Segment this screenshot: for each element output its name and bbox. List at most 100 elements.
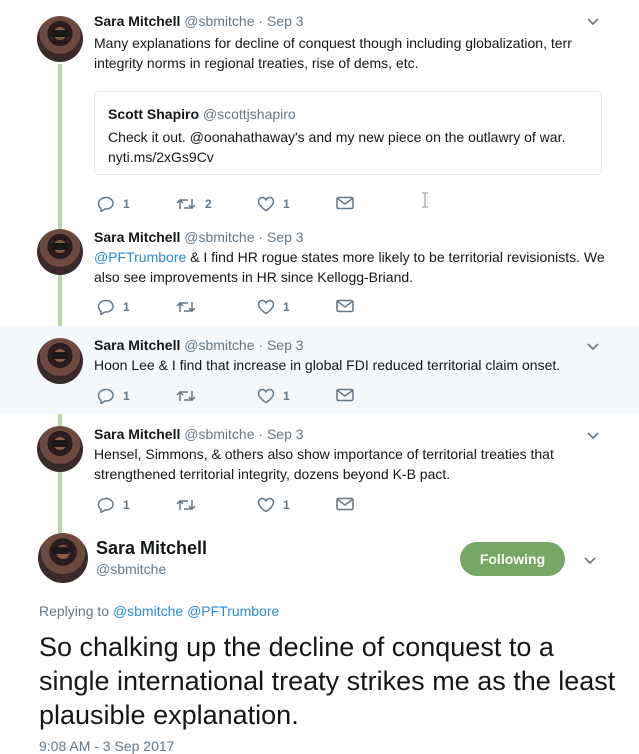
dm-icon xyxy=(336,196,354,210)
chevron-down-icon[interactable] xyxy=(587,340,599,352)
tweet-date[interactable]: Sep 3 xyxy=(267,13,304,29)
chevron-down-icon[interactable] xyxy=(587,429,599,441)
tweet-actions: 1 1 xyxy=(97,497,397,517)
like-count: 1 xyxy=(283,389,290,403)
author-handle[interactable]: @sbmitche xyxy=(184,13,254,29)
retweet-button[interactable]: 2 xyxy=(175,196,212,212)
chevron-down-icon[interactable] xyxy=(587,15,599,27)
replying-to-label: Replying to xyxy=(39,603,113,619)
tweet-text-fragment: & I find HR rogue states more likely to … xyxy=(186,249,605,265)
tweet-text-line: strengthened territorial integrity, doze… xyxy=(94,466,451,482)
author-handle[interactable]: @sbmitche xyxy=(184,337,254,353)
reply-button[interactable]: 1 xyxy=(97,196,130,212)
quoted-tweet-text: Check it out. @oonahathaway's and my new… xyxy=(108,127,588,167)
tweet-text: Hoon Lee & I find that increase in globa… xyxy=(94,355,624,375)
like-button[interactable]: 1 xyxy=(257,196,290,212)
quoted-tweet-header: Scott Shapiro @scottjshapiro xyxy=(108,106,296,122)
like-count: 1 xyxy=(283,498,290,512)
tweet-date[interactable]: Sep 3 xyxy=(267,337,304,353)
tweet-4[interactable]: Sara Mitchell @sbmitche · Sep 3 Hensel, … xyxy=(0,414,639,530)
separator: · xyxy=(258,13,264,29)
like-button[interactable]: 1 xyxy=(257,497,290,513)
tweet-date[interactable]: Sep 3 xyxy=(267,229,304,245)
like-icon xyxy=(257,497,275,513)
reply-icon xyxy=(97,497,115,513)
author-name[interactable]: Sara Mitchell xyxy=(94,13,180,29)
tweet-text-line: also see improvements in HR since Kellog… xyxy=(94,269,414,285)
retweet-icon xyxy=(175,299,197,315)
avatar[interactable] xyxy=(37,338,83,384)
dm-button[interactable] xyxy=(336,196,354,210)
reply-count: 1 xyxy=(123,389,130,403)
tweet-text-line: Hoon Lee & I find that increase in globa… xyxy=(94,357,561,373)
avatar[interactable] xyxy=(37,426,83,472)
dm-button[interactable] xyxy=(336,388,354,402)
reply-count: 1 xyxy=(123,498,130,512)
like-icon xyxy=(257,388,275,404)
quoted-author-handle: @scottjshapiro xyxy=(202,106,296,122)
quoted-tweet[interactable]: Scott Shapiro @scottjshapiro Check it ou… xyxy=(94,91,602,175)
tweet-text-line: integrity norms in regional treaties, ri… xyxy=(94,55,419,71)
author-handle[interactable]: @sbmitche xyxy=(184,229,254,245)
quoted-link[interactable]: nyti.ms/2xGs9Cv xyxy=(108,147,588,167)
tweet-header: Sara Mitchell @sbmitche · Sep 3 xyxy=(94,228,304,246)
tweet-header: Sara Mitchell @sbmitche · Sep 3 xyxy=(94,425,304,443)
replying-to: Replying to @sbmitche @PFTrumbore xyxy=(39,603,279,619)
tweet-3[interactable]: Sara Mitchell @sbmitche · Sep 3 Hoon Lee… xyxy=(0,326,639,414)
text-cursor-icon xyxy=(420,192,430,208)
author-handle[interactable]: @sbmitche xyxy=(184,426,254,442)
avatar[interactable] xyxy=(37,16,83,62)
tweet-1[interactable]: Sara Mitchell @sbmitche · Sep 3 Many exp… xyxy=(0,0,639,222)
like-button[interactable]: 1 xyxy=(257,388,290,404)
separator: · xyxy=(258,229,264,245)
tweet-text: Hensel, Simmons, & others also show impo… xyxy=(94,444,624,484)
tweet-header: Sara Mitchell @sbmitche · Sep 3 xyxy=(94,336,304,354)
like-count: 1 xyxy=(283,197,290,211)
author-name[interactable]: Sara Mitchell xyxy=(94,426,180,442)
dm-button[interactable] xyxy=(336,299,354,313)
reply-icon xyxy=(97,196,115,212)
tweet-date[interactable]: Sep 3 xyxy=(267,426,304,442)
dm-icon xyxy=(336,388,354,402)
author-name[interactable]: Sara Mitchell xyxy=(96,538,207,559)
retweet-button[interactable] xyxy=(175,388,197,404)
tweet-actions: 1 2 1 xyxy=(97,196,397,216)
tweet-2[interactable]: Sara Mitchell @sbmitche · Sep 3 @PFTrumb… xyxy=(0,222,639,326)
mention-link[interactable]: @PFTrumbore xyxy=(94,249,186,265)
quoted-author-name: Scott Shapiro xyxy=(108,106,200,122)
dm-icon xyxy=(336,497,354,511)
tweet-text: @PFTrumbore & I find HR rogue states mor… xyxy=(94,247,624,287)
avatar[interactable] xyxy=(37,229,83,275)
quoted-text-line: Check it out. @oonahathaway's and my new… xyxy=(108,129,566,145)
author-name[interactable]: Sara Mitchell xyxy=(94,229,180,245)
retweet-icon xyxy=(175,388,197,404)
reply-button[interactable]: 1 xyxy=(97,299,130,315)
dm-button[interactable] xyxy=(336,497,354,511)
reply-count: 1 xyxy=(123,300,130,314)
avatar[interactable] xyxy=(38,533,88,583)
dm-icon xyxy=(336,299,354,313)
tweet-text: Many explanations for decline of conques… xyxy=(94,33,614,73)
chevron-down-icon[interactable] xyxy=(584,554,596,566)
retweet-button[interactable] xyxy=(175,299,197,315)
like-icon xyxy=(257,196,275,212)
like-button[interactable]: 1 xyxy=(257,299,290,315)
focused-tweet-text: So chalking up the decline of conquest t… xyxy=(39,632,616,730)
mention-link[interactable]: @sbmitche xyxy=(113,603,183,619)
retweet-icon xyxy=(175,497,197,513)
reply-button[interactable]: 1 xyxy=(97,497,130,513)
separator: · xyxy=(258,337,264,353)
reply-button[interactable]: 1 xyxy=(97,388,130,404)
tweet-timestamp[interactable]: 9:08 AM - 3 Sep 2017 xyxy=(39,738,174,754)
tweet-text-line: Many explanations for decline of conques… xyxy=(94,35,572,51)
like-icon xyxy=(257,299,275,315)
following-button[interactable]: Following xyxy=(460,542,565,576)
tweet-text-line: @PFTrumbore & I find HR rogue states mor… xyxy=(94,247,624,267)
mention-link[interactable]: @PFTrumbore xyxy=(187,603,279,619)
retweet-button[interactable] xyxy=(175,497,197,513)
retweet-count: 2 xyxy=(205,197,212,211)
author-name[interactable]: Sara Mitchell xyxy=(94,337,180,353)
tweet-actions: 1 1 xyxy=(97,388,397,408)
tweet-header: Sara Mitchell @sbmitche · Sep 3 xyxy=(94,12,304,30)
author-handle[interactable]: @sbmitche xyxy=(96,561,166,577)
